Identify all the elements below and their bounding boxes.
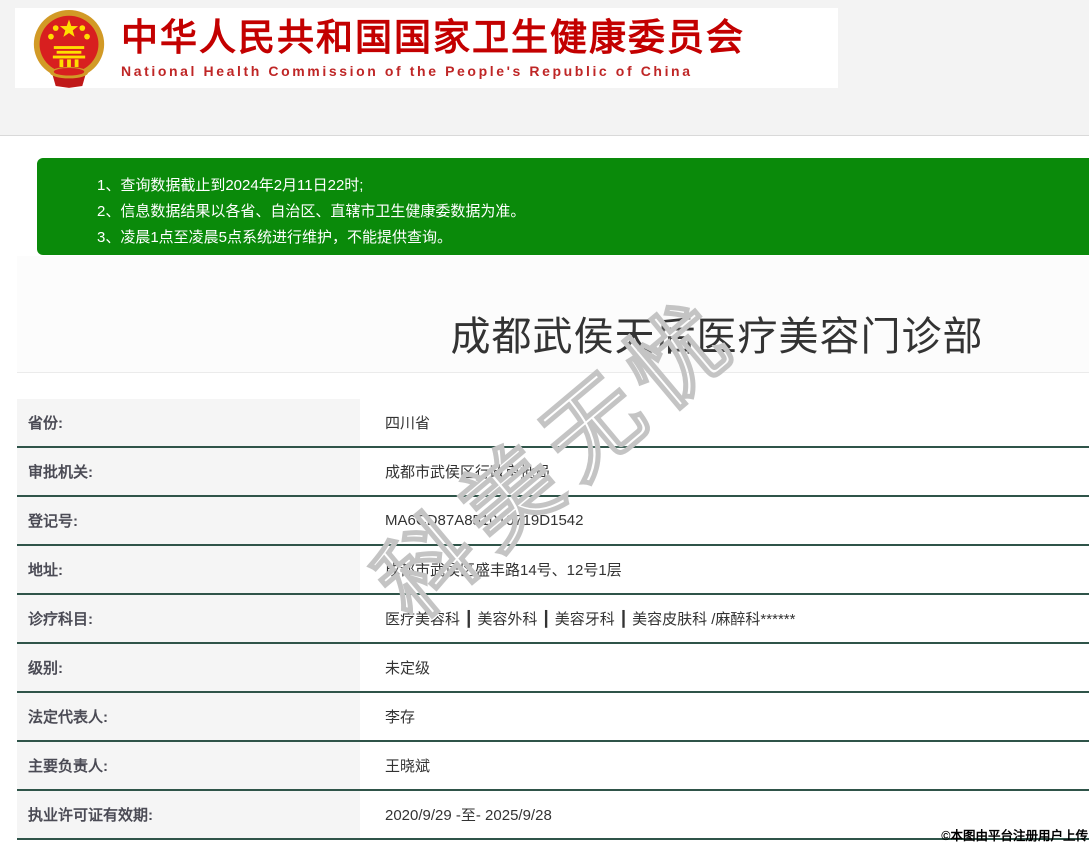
row-label: 法定代表人:: [17, 693, 360, 740]
header-titles: 中华人民共和国国家卫生健康委员会 National Health Commiss…: [121, 16, 745, 79]
notice-line-3: 3、凌晨1点至凌晨5点系统进行维护，不能提供查询。: [97, 229, 453, 246]
row-value: 未定级: [385, 660, 431, 677]
table-row-medical-subjects: 诊疗科目: 医疗美容科 ┃ 美容外科 ┃ 美容牙科 ┃ 美容皮肤科 /麻醉科**…: [17, 595, 1089, 644]
row-value: 王晓斌: [385, 758, 431, 775]
table-row-license-validity-period: 执业许可证有效期: 2020/9/29 -至- 2025/9/28: [17, 791, 1089, 840]
notice-line-1: 1、查询数据截止到2024年2月11日22时;: [97, 177, 364, 194]
table-row-level: 级别: 未定级: [17, 644, 1089, 693]
row-value: 成都市武侯区行政审批局: [385, 464, 551, 481]
row-value: MA6CD87A851010719D1542: [385, 512, 584, 529]
table-row-registration-number: 登记号: MA6CD87A851010719D1542: [17, 497, 1089, 546]
organization-title-section: 成都武侯天后医疗美容门诊部: [17, 256, 1089, 373]
table-row-approval-authority: 审批机关: 成都市武侯区行政审批局: [17, 448, 1089, 497]
china-national-emblem-icon: [33, 10, 105, 88]
site-title-chinese: 中华人民共和国国家卫生健康委员会: [121, 16, 745, 58]
table-row-legal-representative: 法定代表人: 李存: [17, 693, 1089, 742]
row-value: 成都市武侯区盛丰路14号、12号1层: [385, 562, 622, 579]
license-query-page: 中华人民共和国国家卫生健康委员会 National Health Commiss…: [0, 0, 1089, 846]
organization-name: 成都武侯天后医疗美容门诊部: [450, 315, 984, 359]
notice-line-2: 2、信息数据结果以各省、自治区、直辖市卫生健康委数据为准。: [97, 203, 526, 220]
license-detail-table: 省份: 四川省 审批机关: 成都市武侯区行政审批局 登记号: MA6CD87A8…: [17, 399, 1089, 840]
site-logo-block: 中华人民共和国国家卫生健康委员会 National Health Commiss…: [15, 8, 838, 88]
row-value: 四川省: [385, 415, 431, 432]
table-row-province: 省份: 四川省: [17, 399, 1089, 448]
row-value: 李存: [385, 709, 416, 726]
table-row-address: 地址: 成都市武侯区盛丰路14号、12号1层: [17, 546, 1089, 595]
row-label: 诊疗科目:: [17, 595, 360, 642]
site-title-english: National Health Commission of the People…: [121, 62, 693, 79]
row-label: 省份:: [17, 399, 360, 446]
row-label: 审批机关:: [17, 448, 360, 495]
row-label: 主要负责人:: [17, 742, 360, 789]
query-notice-box: 1、查询数据截止到2024年2月11日22时; 2、信息数据结果以各省、自治区、…: [37, 158, 1089, 255]
table-row-main-responsible-person: 主要负责人: 王晓斌: [17, 742, 1089, 791]
row-value: 医疗美容科 ┃ 美容外科 ┃ 美容牙科 ┃ 美容皮肤科 /麻醉科******: [385, 611, 796, 628]
row-label: 执业许可证有效期:: [17, 791, 360, 838]
image-upload-copyright-note: ©本图由平台注册用户上传: [941, 829, 1088, 843]
header-band: 中华人民共和国国家卫生健康委员会 National Health Commiss…: [0, 0, 1089, 136]
row-label: 地址:: [17, 546, 360, 593]
row-label: 级别:: [17, 644, 360, 691]
row-label: 登记号:: [17, 497, 360, 544]
